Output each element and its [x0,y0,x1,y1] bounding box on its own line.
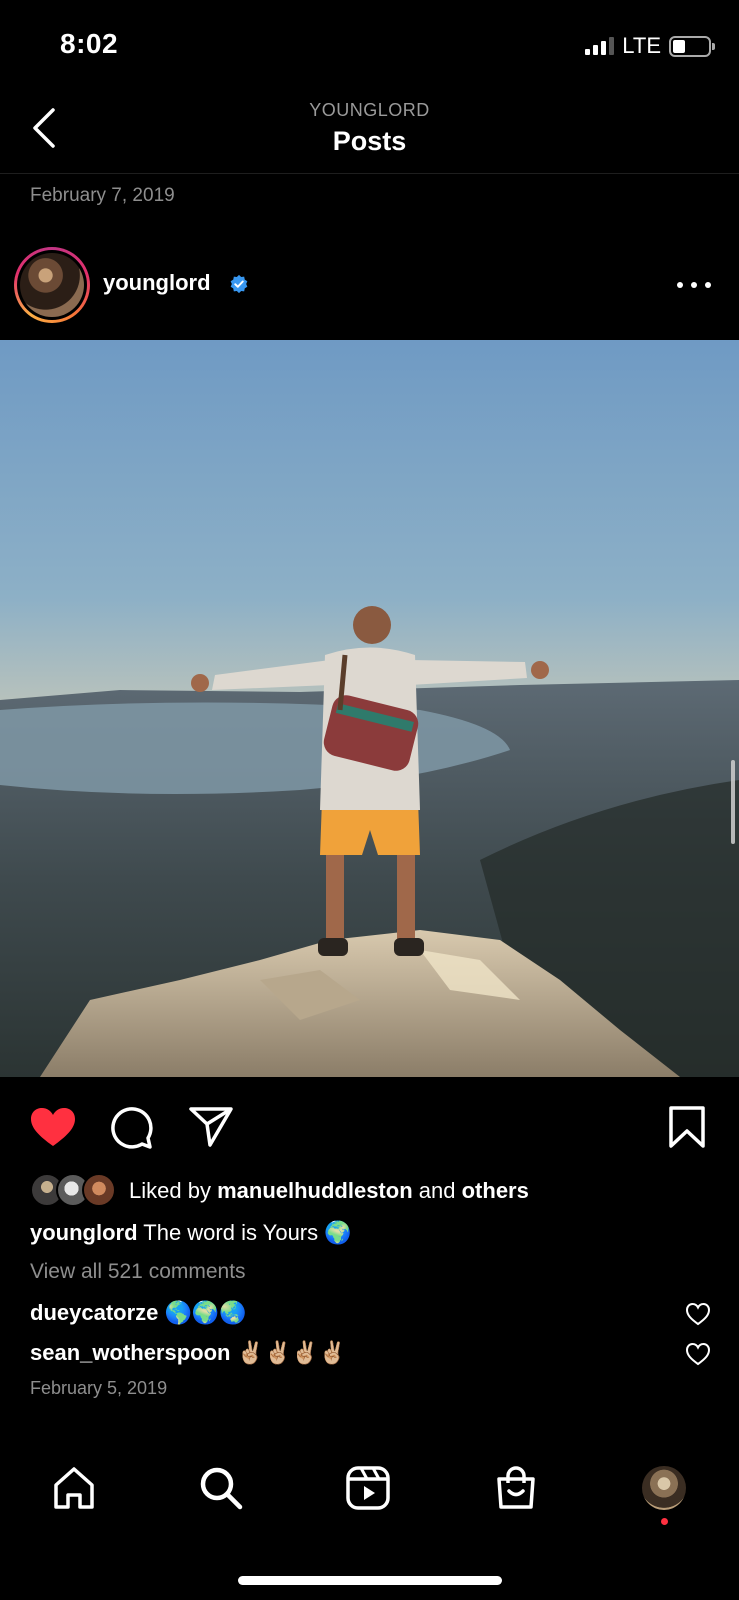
page-title: Posts [332,126,407,156]
signal-icon [585,37,615,55]
nav-profile[interactable] [638,1462,690,1514]
nav-home[interactable] [48,1462,100,1514]
caption-username[interactable]: younglord [30,1220,138,1245]
header-account: YOUNGLORD [309,100,430,120]
search-icon [200,1467,243,1510]
post-image[interactable] [0,340,739,1077]
liker-avatar [82,1173,116,1207]
comment-heart-icon[interactable] [685,1342,711,1366]
comment-username[interactable]: sean_wotherspoon [30,1340,230,1365]
scroll-indicator [731,760,735,844]
verified-icon [230,274,248,294]
comment-username[interactable]: dueycatorze [30,1300,158,1325]
share-button[interactable] [186,1102,236,1152]
header-divider [0,173,739,174]
comment-icon [111,1107,153,1149]
section-date: February 7, 2019 [30,185,175,206]
story-avatar[interactable] [14,247,90,323]
profile-avatar [642,1466,686,1510]
home-icon [54,1467,94,1509]
heart-icon [31,1108,75,1146]
comment-row: sean_wotherspoon ✌🏼✌🏼✌🏼✌🏼 [30,1340,346,1366]
likes-summary[interactable]: Liked by manuelhuddleston and others [129,1178,529,1204]
comment-text: 🌎🌍🌏 [164,1300,247,1325]
save-button[interactable] [664,1102,710,1152]
likers-avatars[interactable] [30,1173,120,1207]
view-comments-link[interactable]: View all 521 comments [30,1260,246,1284]
avatar [20,253,84,317]
bookmark-icon [669,1106,705,1148]
network-type: LTE [622,33,661,58]
likes-joiner: and [418,1178,456,1203]
status-time: 8:02 [60,28,119,59]
comment-text: ✌🏼✌🏼✌🏼✌🏼 [236,1340,347,1365]
post-username[interactable]: younglord [103,270,211,296]
nav-shop[interactable] [490,1462,542,1514]
likes-others[interactable]: others [462,1178,529,1203]
likes-prefix: Liked by [129,1178,211,1203]
status-indicators: LTE [585,33,715,59]
shop-icon [497,1466,535,1509]
caption-text: The word is Yours 🌍 [143,1220,352,1245]
battery-icon [669,35,715,57]
home-indicator [238,1576,502,1585]
comment-heart-icon[interactable] [685,1302,711,1326]
post-caption: younglord The word is Yours 🌍 [30,1220,352,1246]
comment-row: dueycatorze 🌎🌍🌏 [30,1300,247,1326]
notification-dot [661,1518,668,1525]
nav-reels[interactable] [342,1462,394,1514]
reels-icon [346,1466,390,1510]
nav-search[interactable] [195,1462,247,1514]
more-options-button[interactable] [677,272,711,298]
like-button[interactable] [26,1102,80,1152]
more-icon [677,282,683,288]
comment-button[interactable] [106,1102,156,1152]
post-date: February 5, 2019 [30,1378,168,1398]
liker-username[interactable]: manuelhuddleston [217,1178,413,1203]
share-icon [189,1107,233,1147]
